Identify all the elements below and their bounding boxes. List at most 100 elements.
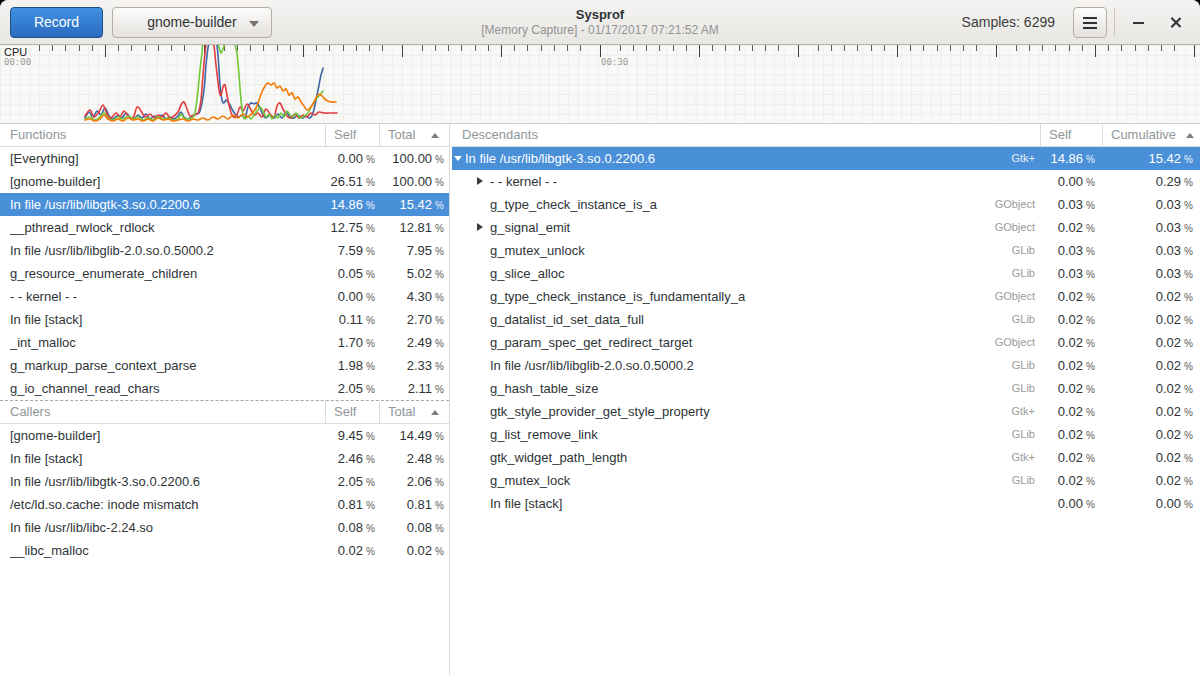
table-row[interactable]: g_list_remove_link GLib 0.02% 0.02% bbox=[452, 423, 1200, 446]
pane-divider[interactable] bbox=[449, 124, 450, 675]
library-category: GObject bbox=[995, 216, 1035, 239]
time-label-mid: 00:30 bbox=[601, 57, 628, 67]
self-percent: 0.02 bbox=[338, 543, 363, 558]
table-row[interactable]: [gnome-builder] 9.45% 14.49% bbox=[0, 424, 449, 447]
function-name: In file [stack] bbox=[10, 308, 82, 331]
cpu-graph[interactable]: CPU 00:00 00:30 bbox=[0, 45, 1200, 124]
function-name: [Everything] bbox=[10, 147, 79, 170]
column-header-name[interactable]: Descendants bbox=[462, 124, 538, 146]
library-category: GObject bbox=[995, 331, 1035, 354]
total-percent: 4.30 bbox=[407, 289, 432, 304]
cumulative-percent: 0.03 bbox=[1156, 220, 1181, 235]
total-percent: 0.08 bbox=[407, 520, 432, 535]
function-name: g_signal_emit bbox=[490, 216, 570, 239]
cpu-usage-chart bbox=[0, 45, 1200, 124]
record-button[interactable]: Record bbox=[10, 7, 103, 38]
cumulative-percent: 15.42 bbox=[1149, 151, 1182, 166]
library-category: GLib bbox=[1012, 239, 1035, 262]
table-row[interactable]: g_hash_table_size GLib 0.02% 0.02% bbox=[452, 377, 1200, 400]
table-row[interactable]: g_type_check_instance_is_fundamentally_a… bbox=[452, 285, 1200, 308]
column-header-self[interactable]: Self bbox=[334, 401, 356, 423]
function-name: In file [stack] bbox=[490, 492, 562, 515]
table-row[interactable]: In file [stack] 0.00% 0.00% bbox=[452, 492, 1200, 515]
table-row[interactable]: g_markup_parse_context_parse 1.98% 2.33% bbox=[0, 354, 449, 377]
function-name: g_mutex_unlock bbox=[490, 239, 585, 262]
function-name: g_type_check_instance_is_a bbox=[490, 193, 657, 216]
table-row[interactable]: In file /usr/lib/libgtk-3.so.0.2200.6 Gt… bbox=[452, 147, 1200, 170]
column-header-total[interactable]: Total bbox=[388, 124, 415, 146]
column-separator[interactable] bbox=[325, 124, 326, 147]
table-row[interactable]: g_param_spec_get_redirect_target GObject… bbox=[452, 331, 1200, 354]
hamburger-icon bbox=[1083, 17, 1097, 29]
table-header: Callers Self Total bbox=[0, 401, 449, 424]
column-header-self[interactable]: Self bbox=[334, 124, 356, 146]
table-row[interactable]: gtk_style_provider_get_style_property Gt… bbox=[452, 400, 1200, 423]
table-row[interactable]: - - kernel - - 0.00% 4.30% bbox=[0, 285, 449, 308]
cumulative-percent: 0.02 bbox=[1156, 450, 1181, 465]
table-row[interactable]: /etc/ld.so.cache: inode mismatch 0.81% 0… bbox=[0, 493, 449, 516]
library-category: Gtk+ bbox=[1011, 446, 1035, 469]
table-row[interactable]: __libc_malloc 0.02% 0.02% bbox=[0, 539, 449, 562]
expander-open-icon[interactable] bbox=[454, 156, 462, 161]
sysprof-window: Record gnome-builder Sysprof [Memory Cap… bbox=[0, 0, 1200, 675]
library-category: Gtk+ bbox=[1011, 400, 1035, 423]
title-box: Sysprof [Memory Capture] - 01/17/2017 07… bbox=[400, 7, 800, 38]
process-selector-label: gnome-builder bbox=[147, 14, 237, 30]
table-row[interactable]: In file /usr/lib/libglib-2.0.so.0.5000.2… bbox=[452, 354, 1200, 377]
table-row[interactable]: g_mutex_lock GLib 0.02% 0.02% bbox=[452, 469, 1200, 492]
table-row[interactable]: [gnome-builder] 26.51% 100.00% bbox=[0, 170, 449, 193]
expander-closed-icon[interactable] bbox=[477, 223, 483, 231]
table-row[interactable]: g_mutex_unlock GLib 0.03% 0.03% bbox=[452, 239, 1200, 262]
total-percent: 7.95 bbox=[407, 243, 432, 258]
self-percent: 0.81 bbox=[338, 497, 363, 512]
function-name: g_slice_alloc bbox=[490, 262, 564, 285]
table-row[interactable]: g_signal_emit GObject 0.02% 0.03% bbox=[452, 216, 1200, 239]
column-header-total[interactable]: Total bbox=[388, 401, 415, 423]
library-category: GLib bbox=[1012, 377, 1035, 400]
cumulative-percent: 0.00 bbox=[1156, 496, 1181, 511]
table-row[interactable]: gtk_widget_path_length Gtk+ 0.02% 0.02% bbox=[452, 446, 1200, 469]
function-name: In file /usr/lib/libgtk-3.so.0.2200.6 bbox=[10, 470, 200, 493]
table-row[interactable]: g_type_check_instance_is_a GObject 0.03%… bbox=[452, 193, 1200, 216]
minimize-icon bbox=[1133, 22, 1144, 24]
close-button[interactable] bbox=[1166, 13, 1186, 33]
column-separator[interactable] bbox=[1102, 124, 1103, 147]
total-percent: 2.48 bbox=[407, 451, 432, 466]
table-row[interactable]: g_io_channel_read_chars 2.05% 2.11% bbox=[0, 377, 449, 400]
column-separator[interactable] bbox=[379, 401, 380, 424]
table-row[interactable]: _int_malloc 1.70% 2.49% bbox=[0, 331, 449, 354]
function-name: g_param_spec_get_redirect_target bbox=[490, 331, 692, 354]
column-header-name[interactable]: Callers bbox=[10, 401, 50, 423]
table-row[interactable]: In file [stack] 0.11% 2.70% bbox=[0, 308, 449, 331]
table-row[interactable]: [Everything] 0.00% 100.00% bbox=[0, 147, 449, 170]
self-percent: 0.02 bbox=[1058, 473, 1083, 488]
table-row[interactable]: In file /usr/lib/libc-2.24.so 0.08% 0.08… bbox=[0, 516, 449, 539]
table-row[interactable]: g_datalist_id_set_data_full GLib 0.02% 0… bbox=[452, 308, 1200, 331]
table-row[interactable]: In file [stack] 2.46% 2.48% bbox=[0, 447, 449, 470]
library-category: GLib bbox=[1012, 469, 1035, 492]
table-row[interactable]: __pthread_rwlock_rdlock 12.75% 12.81% bbox=[0, 216, 449, 239]
column-separator[interactable] bbox=[379, 124, 380, 147]
table-row[interactable]: In file /usr/lib/libgtk-3.so.0.2200.6 2.… bbox=[0, 470, 449, 493]
table-row[interactable]: g_slice_alloc GLib 0.03% 0.03% bbox=[452, 262, 1200, 285]
column-header-cumulative[interactable]: Cumulative bbox=[1111, 124, 1176, 146]
table-row[interactable]: In file /usr/lib/libgtk-3.so.0.2200.6 14… bbox=[0, 193, 449, 216]
cumulative-percent: 0.02 bbox=[1156, 404, 1181, 419]
cumulative-percent: 0.02 bbox=[1156, 358, 1181, 373]
process-selector-dropdown[interactable]: gnome-builder bbox=[112, 7, 272, 38]
ruler-ticks bbox=[40, 45, 1195, 57]
column-header-self[interactable]: Self bbox=[1049, 124, 1071, 146]
table-row[interactable]: - - kernel - - 0.00% 0.29% bbox=[452, 170, 1200, 193]
self-percent: 0.02 bbox=[1058, 220, 1083, 235]
expander-closed-icon[interactable] bbox=[477, 177, 483, 185]
table-row[interactable]: g_resource_enumerate_children 0.05% 5.02… bbox=[0, 262, 449, 285]
function-name: g_mutex_lock bbox=[490, 469, 570, 492]
minimize-button[interactable] bbox=[1124, 7, 1154, 38]
window-subtitle: [Memory Capture] - 01/17/2017 07:21:52 A… bbox=[400, 23, 800, 38]
function-name: g_resource_enumerate_children bbox=[10, 262, 197, 285]
column-separator[interactable] bbox=[1040, 124, 1041, 147]
column-separator[interactable] bbox=[325, 401, 326, 424]
column-header-name[interactable]: Functions bbox=[10, 124, 66, 146]
menu-button[interactable] bbox=[1073, 7, 1107, 38]
table-row[interactable]: In file /usr/lib/libglib-2.0.so.0.5000.2… bbox=[0, 239, 449, 262]
